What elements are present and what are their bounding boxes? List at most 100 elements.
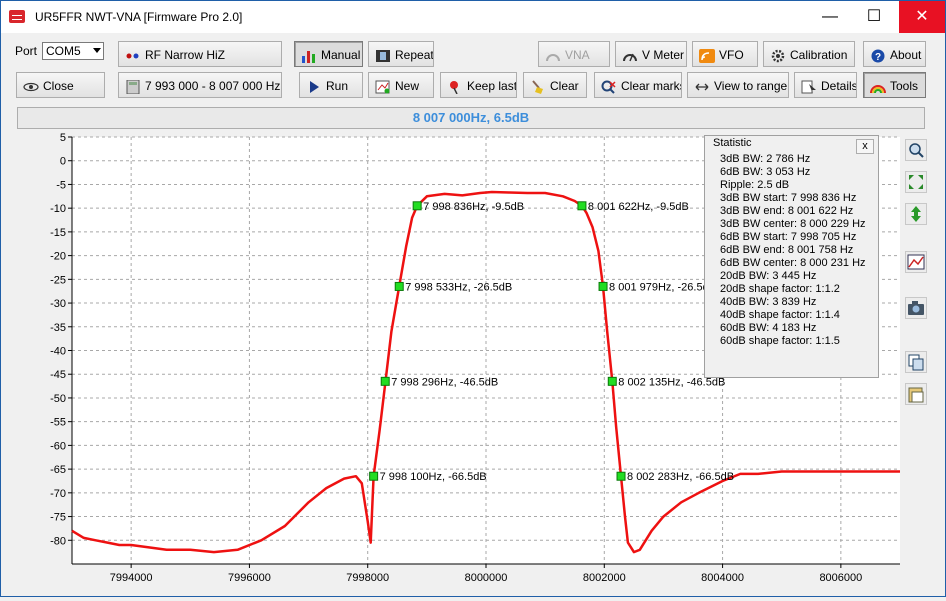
vmeter-label: V Meter <box>642 47 685 62</box>
marker-point <box>394 281 404 291</box>
statistic-lines: 3dB BW: 2 786 Hz 6dB BW: 3 053 Hz Ripple: … <box>720 153 866 348</box>
tools-button[interactable]: Tools <box>863 72 926 98</box>
broom-icon <box>530 78 546 94</box>
statistic-line: 60dB shape factor: 1:1.5 <box>720 335 840 347</box>
marker-label: 8 001 979Hz, -26.5dB <box>609 281 716 293</box>
x-tick-label: 8002000 <box>583 572 626 584</box>
marker-point <box>369 471 379 481</box>
app-icon <box>9 10 25 23</box>
calculator-icon <box>125 78 141 95</box>
maximize-button[interactable]: ☐ <box>851 1 897 33</box>
statistic-line: 20dB BW: 3 445 Hz <box>720 270 817 282</box>
eye-icon <box>23 78 39 92</box>
statistic-line: 6dB BW start: 7 998 705 Hz <box>720 231 857 243</box>
close-button[interactable]: Close <box>16 72 105 98</box>
cursor-readout: 8 007 000Hz, 6.5dB <box>17 107 925 129</box>
marker-point <box>412 201 422 211</box>
vertical-scale-icon <box>911 206 921 222</box>
svg-text:?: ? <box>875 52 881 63</box>
details-cursor-icon <box>801 78 817 94</box>
copy-button[interactable] <box>905 351 927 373</box>
statistic-line: 6dB BW end: 8 001 758 Hz <box>720 244 854 256</box>
paste-button[interactable] <box>905 383 927 405</box>
chart-picture-icon <box>907 254 925 270</box>
camera-button[interactable] <box>905 297 927 319</box>
camera-icon <box>908 301 924 315</box>
details-button[interactable]: Details <box>794 72 857 98</box>
play-icon <box>306 78 322 93</box>
chevron-down-icon <box>93 48 101 53</box>
y-tick-label: -45 <box>50 369 66 381</box>
marker-point <box>577 201 587 211</box>
view-to-range-button[interactable]: View to range <box>687 72 789 98</box>
close-window-button[interactable]: ✕ <box>899 1 945 33</box>
title-bar: UR5FFR NWT-VNA [Firmware Pro 2.0] — ☐ ✕ <box>1 1 945 33</box>
marker-point <box>380 376 390 386</box>
statistic-line: 6dB BW center: 8 000 231 Hz <box>720 257 866 269</box>
manual-button[interactable]: Manual <box>294 41 363 67</box>
zoom-button[interactable] <box>905 139 927 161</box>
close-label: Close <box>43 78 74 93</box>
y-tick-label: -60 <box>50 440 66 452</box>
x-tick-label: 7994000 <box>110 572 153 584</box>
run-label: Run <box>326 78 349 93</box>
repeat-button[interactable]: Repeat <box>368 41 434 67</box>
run-button[interactable]: Run <box>299 72 363 98</box>
gear-icon <box>770 47 786 63</box>
statistic-line: 3dB BW: 2 786 Hz <box>720 153 811 165</box>
statistic-close-button[interactable]: x <box>856 139 874 154</box>
statistic-title: Statistic <box>713 137 752 149</box>
bar-chart-icon <box>301 47 317 63</box>
marker-label: 8 002 283Hz, -66.5dB <box>627 471 734 483</box>
y-tick-label: -20 <box>50 251 66 263</box>
y-tick-label: -30 <box>50 298 66 310</box>
clear-button[interactable]: Clear <box>523 72 587 98</box>
minimize-button[interactable]: — <box>807 1 853 33</box>
paste-icon <box>908 387 924 403</box>
vmeter-button[interactable]: V Meter <box>615 41 687 67</box>
keep-last-button[interactable]: Keep last <box>440 72 517 98</box>
window-title: UR5FFR NWT-VNA [Firmware Pro 2.0] <box>35 10 243 24</box>
y-tick-label: -55 <box>50 417 66 429</box>
port-select[interactable]: COM5 <box>42 42 104 60</box>
y-tick-label: -35 <box>50 322 66 334</box>
app-window: UR5FFR NWT-VNA [Firmware Pro 2.0] — ☐ ✕ … <box>0 0 946 597</box>
y-tick-label: -65 <box>50 464 66 476</box>
marker-label: 7 998 533Hz, -26.5dB <box>405 281 512 293</box>
fit-button[interactable] <box>905 171 927 193</box>
range-button[interactable]: 7 993 000 - 8 007 000 Hz <box>118 72 282 98</box>
clear-marks-button[interactable]: Clear marks <box>594 72 682 98</box>
calibration-button[interactable]: Calibration <box>763 41 855 67</box>
new-button[interactable]: New <box>368 72 434 98</box>
vertical-scale-button[interactable] <box>905 203 927 225</box>
y-tick-label: -75 <box>50 512 66 524</box>
rf-mode-button[interactable]: RF Narrow HiZ <box>118 41 282 67</box>
copy-icon <box>908 354 924 371</box>
clear-marks-icon <box>601 78 617 94</box>
calibration-label: Calibration <box>790 47 848 62</box>
vna-gauge-icon <box>545 47 561 61</box>
statistic-line: 3dB BW start: 7 998 836 Hz <box>720 192 857 204</box>
vna-button[interactable]: VNA <box>538 41 610 67</box>
marker-label: 7 998 100Hz, -66.5dB <box>380 471 487 483</box>
pin-icon <box>447 78 463 95</box>
x-tick-label: 7996000 <box>228 572 271 584</box>
statistic-line: 60dB BW: 4 183 Hz <box>720 322 817 334</box>
x-tick-label: 8006000 <box>819 572 862 584</box>
marker-point <box>598 281 608 291</box>
port-select-value: COM5 <box>46 44 81 58</box>
about-button[interactable]: ? About <box>863 41 926 67</box>
vfo-button[interactable]: VFO <box>692 41 758 67</box>
y-tick-label: -25 <box>50 274 66 286</box>
statistic-line: 40dB shape factor: 1:1.4 <box>720 309 840 321</box>
y-tick-label: -70 <box>50 488 66 500</box>
chart-picture-button[interactable] <box>905 251 927 273</box>
new-label: New <box>395 78 420 93</box>
y-tick-label: -5 <box>56 179 66 191</box>
keep-last-label: Keep last <box>467 78 517 93</box>
rf-mode-label: RF Narrow HiZ <box>145 47 225 62</box>
y-tick-label: -10 <box>50 203 66 215</box>
x-tick-label: 8000000 <box>465 572 508 584</box>
marker-point <box>616 471 626 481</box>
tools-label: Tools <box>890 78 919 93</box>
